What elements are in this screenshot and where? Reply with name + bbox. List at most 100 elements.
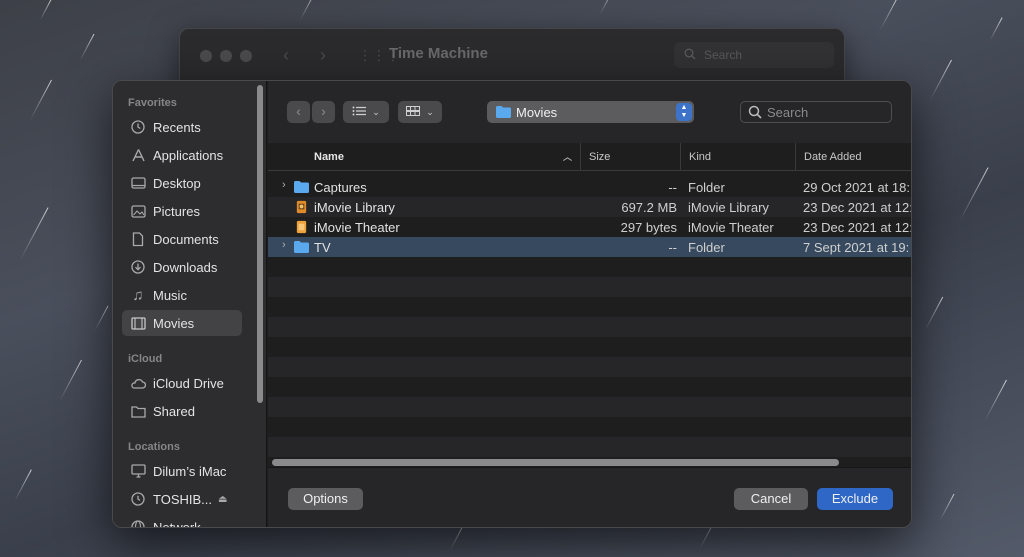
sidebar-section-locations: Locations bbox=[128, 441, 180, 453]
search-field[interactable]: Search bbox=[740, 101, 892, 123]
sidebar-item-label: Shared bbox=[153, 403, 195, 419]
column-kind-label: Kind bbox=[689, 151, 712, 163]
sidebar-section-icloud: iCloud bbox=[128, 353, 163, 365]
dialog-footer: Options Cancel Exclude bbox=[268, 467, 911, 527]
desktop-icon bbox=[130, 175, 146, 191]
sidebar-item-downloads[interactable]: Downloads bbox=[122, 254, 242, 280]
sidebar-item-icloud-drive[interactable]: iCloud Drive bbox=[122, 370, 242, 396]
sidebar-item-shared[interactable]: Shared bbox=[122, 398, 242, 424]
sidebar-item-label: Movies bbox=[153, 315, 195, 331]
list-icon bbox=[352, 106, 367, 119]
applications-icon bbox=[130, 147, 146, 163]
file-name: TV bbox=[314, 240, 331, 255]
up-down-chevron-icon: ▲ ▼ bbox=[676, 103, 692, 121]
sidebar-item-label: Desktop bbox=[153, 175, 201, 191]
chevron-down-icon: ⌄ bbox=[426, 106, 434, 117]
eject-icon[interactable]: ⏏ bbox=[218, 494, 227, 505]
sidebar-item-recents[interactable]: Recents bbox=[122, 114, 242, 140]
file-row-tv[interactable]: › TV -- Folder 7 Sept 2021 at 19: bbox=[268, 237, 911, 257]
sort-ascending-icon: ︿ bbox=[562, 152, 572, 162]
search-icon bbox=[748, 105, 762, 119]
film-icon bbox=[130, 315, 146, 331]
exclude-button[interactable]: Exclude bbox=[817, 488, 893, 510]
sidebar-item-imac[interactable]: Dilum’s iMac bbox=[122, 458, 242, 484]
music-note-icon: ♫ bbox=[132, 286, 144, 304]
location-popup[interactable]: Movies ▲ ▼ bbox=[487, 101, 694, 123]
file-size: 297 bytes bbox=[620, 220, 677, 235]
column-header: Name ︿ Size Kind Date Added bbox=[268, 143, 911, 171]
sidebar-item-label: Applications bbox=[153, 147, 224, 163]
imovie-theater-icon bbox=[296, 220, 307, 234]
back-button[interactable]: ‹ bbox=[287, 101, 310, 123]
sidebar-item-label: Music bbox=[153, 287, 187, 303]
chevron-down-icon: ⌄ bbox=[372, 106, 380, 117]
sidebar-item-pictures[interactable]: Pictures bbox=[122, 198, 242, 224]
background-search-field: Search bbox=[674, 42, 834, 68]
imovie-library-icon bbox=[296, 200, 307, 214]
folder-icon bbox=[294, 241, 309, 253]
sidebar-item-label: Dilum’s iMac bbox=[153, 463, 227, 479]
column-date-added[interactable]: Date Added bbox=[795, 143, 911, 171]
options-button[interactable]: Options bbox=[288, 488, 363, 510]
grid-icon: ⋮⋮⋮ bbox=[358, 47, 400, 63]
column-size-label: Size bbox=[589, 151, 611, 163]
toolbar: ‹ › ⌄ ⌄ Movies ▲ ▼ Search bbox=[268, 81, 911, 143]
list-view-button[interactable]: ⌄ bbox=[343, 101, 389, 123]
file-name: iMovie Theater bbox=[314, 220, 400, 235]
file-date: 7 Sept 2021 at 19: bbox=[803, 240, 910, 255]
file-size: -- bbox=[668, 180, 677, 195]
search-icon bbox=[684, 48, 696, 60]
column-size[interactable]: Size bbox=[580, 143, 677, 171]
forward-button[interactable]: › bbox=[312, 101, 335, 123]
file-row-imovie-library[interactable]: iMovie Library 697.2 MB iMovie Library 2… bbox=[268, 197, 912, 217]
chevron-right-icon: › bbox=[321, 103, 326, 119]
column-name-label: Name bbox=[314, 151, 344, 163]
search-placeholder: Search bbox=[767, 105, 809, 120]
sidebar-scrollbar[interactable] bbox=[257, 85, 263, 403]
pictures-icon bbox=[130, 203, 146, 219]
scrollbar-thumb[interactable] bbox=[272, 459, 839, 466]
sidebar-item-network[interactable]: Network bbox=[122, 514, 242, 528]
sidebar-item-label: Network bbox=[153, 519, 201, 528]
empty-row-stripe bbox=[268, 397, 911, 417]
sidebar-item-label: TOSHIB... bbox=[153, 491, 212, 507]
window-zoom-dot bbox=[240, 50, 252, 62]
file-row-imovie-theater[interactable]: iMovie Theater 297 bytes iMovie Theater … bbox=[268, 217, 911, 237]
file-name: Captures bbox=[314, 180, 367, 195]
disclosure-triangle-icon[interactable]: › bbox=[282, 179, 286, 191]
sidebar-item-desktop[interactable]: Desktop bbox=[122, 170, 242, 196]
location-popup-label: Movies bbox=[516, 104, 558, 120]
disclosure-triangle-icon[interactable]: › bbox=[282, 239, 286, 251]
chevron-left-icon: ‹ bbox=[296, 103, 301, 119]
navigation-buttons: ‹ › bbox=[287, 101, 335, 123]
file-kind: Folder bbox=[688, 180, 725, 195]
file-date: 23 Dec 2021 at 12: bbox=[803, 200, 912, 215]
file-row-captures[interactable]: › Captures -- Folder 29 Oct 2021 at 18: bbox=[268, 177, 911, 197]
empty-row-stripe bbox=[268, 277, 911, 297]
folder-icon bbox=[294, 181, 309, 193]
cloud-icon bbox=[130, 375, 146, 391]
sidebar-item-movies[interactable]: Movies bbox=[122, 310, 242, 336]
group-view-button[interactable]: ⌄ bbox=[398, 101, 442, 123]
file-kind: iMovie Theater bbox=[688, 220, 774, 235]
file-kind: Folder bbox=[688, 240, 725, 255]
file-browser: ‹ › ⌄ ⌄ Movies ▲ ▼ Search Name ︿ Size Ki… bbox=[268, 81, 912, 527]
cancel-button[interactable]: Cancel bbox=[734, 488, 808, 510]
sidebar-item-applications[interactable]: Applications bbox=[122, 142, 242, 168]
column-name[interactable]: Name ︿ bbox=[306, 143, 580, 171]
document-icon bbox=[130, 231, 146, 247]
sidebar-item-label: Pictures bbox=[153, 203, 200, 219]
sidebar: Favorites Recents Applications Desktop P… bbox=[113, 81, 267, 527]
column-date-label: Date Added bbox=[804, 151, 862, 163]
network-icon bbox=[130, 519, 146, 527]
horizontal-scrollbar[interactable] bbox=[268, 457, 911, 467]
grid-icon bbox=[406, 105, 421, 119]
sidebar-item-documents[interactable]: Documents bbox=[122, 226, 242, 252]
sidebar-item-label: Documents bbox=[153, 231, 219, 247]
file-dialog: Favorites Recents Applications Desktop P… bbox=[112, 80, 912, 528]
sidebar-item-toshiba[interactable]: TOSHIB... ⏏ bbox=[122, 486, 242, 512]
empty-row-stripe bbox=[268, 357, 911, 377]
download-icon bbox=[130, 259, 146, 275]
column-kind[interactable]: Kind bbox=[680, 143, 795, 171]
sidebar-item-music[interactable]: ♫ Music bbox=[122, 282, 242, 308]
